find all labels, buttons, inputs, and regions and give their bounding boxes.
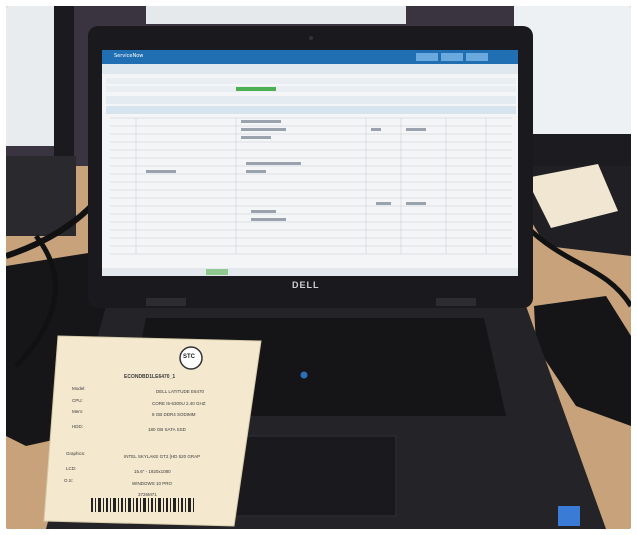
scene [6, 6, 631, 529]
photo-frame: DELL ServiceNow ECONDBD1LE6470_1 Model: … [6, 6, 631, 529]
label-logo-text: STC [183, 354, 195, 360]
left-monitor-bezel [54, 6, 74, 156]
asset-tag: ECONDBD1LE6470_1 [124, 374, 176, 380]
label-val-model: DELL LATITUDE E6470 [156, 389, 205, 394]
label-key-cpu: CPU: [72, 398, 83, 403]
label-val-cpu: CORE I5-6300U 2.40 GHZ [152, 401, 206, 406]
touchpad [230, 435, 397, 517]
label-key-hdd: HDD: [72, 424, 83, 429]
label-val-serial: 3726M71 [138, 492, 157, 497]
laptop-brand: DELL [292, 280, 320, 290]
label-key-lcd: LCD: [66, 466, 77, 471]
label-key-os: O.S: [64, 478, 74, 483]
label-val-mem: 8 GB DDR4 SODIMM [152, 412, 196, 417]
pointing-stick [300, 371, 308, 379]
screen-taskbar [102, 268, 518, 276]
label-val-lcd: 15.6" - 1920x1080 [134, 469, 171, 474]
center-monitor-strip [146, 6, 406, 24]
label-key-graphics: Graphics: [66, 451, 86, 456]
app-subheader [102, 64, 518, 74]
app-title: ServiceNow [114, 53, 144, 59]
webcam [309, 36, 313, 40]
label-val-graphics: INTEL SKYLAKE GT2 [HD 520 GRAP [124, 454, 201, 459]
progress-green [236, 87, 276, 91]
label-val-os: WINDOWS 10 PRO [132, 481, 173, 486]
label-key-model: Model: [72, 386, 86, 391]
label-val-hdd: 180 GB SATA SSD [148, 427, 186, 432]
left-monitor-screen [6, 6, 54, 146]
label-key-mem: Mem: [72, 409, 84, 414]
intel-sticker [558, 506, 580, 526]
